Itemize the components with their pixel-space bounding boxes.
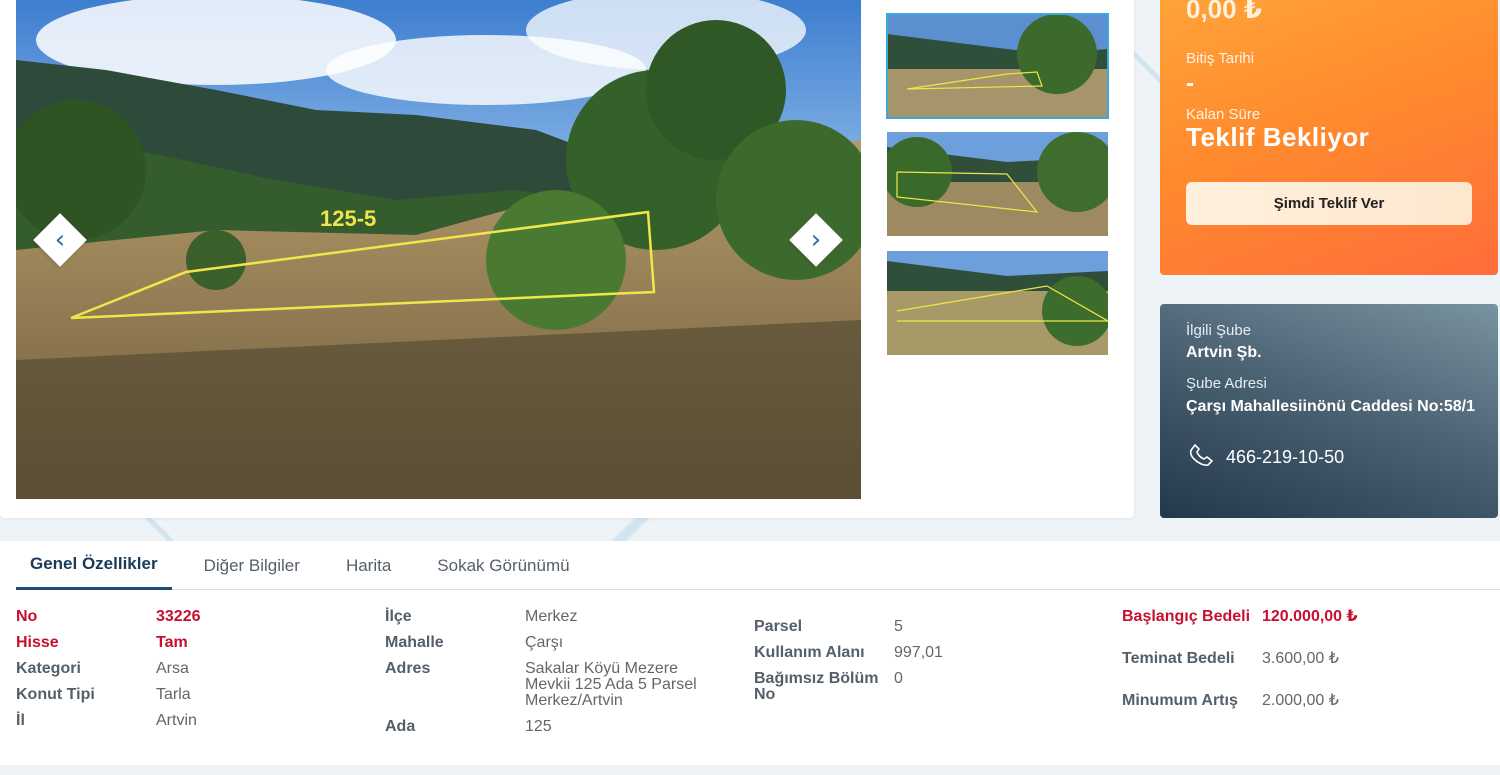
- detail-value: 125: [525, 718, 552, 735]
- details-section: Genel Özellikler Diğer Bilgiler Harita S…: [0, 541, 1500, 765]
- detail-value: 3.600,00 ₺: [1262, 650, 1339, 667]
- remaining-time-label: Kalan Süre: [1186, 106, 1261, 123]
- tab-map[interactable]: Harita: [332, 541, 405, 590]
- thumbnail-2[interactable]: [887, 132, 1108, 236]
- branch-card: İlgili Şube Artvin Şb. Şube Adresi Çarşı…: [1160, 304, 1498, 518]
- prev-photo-button[interactable]: ‹: [33, 213, 87, 267]
- tab-other-info[interactable]: Diğer Bilgiler: [190, 541, 314, 590]
- phone-number: 466-219-10-50: [1226, 447, 1345, 467]
- details-column-3: Parsel 5 Kullanım Alanı 997,01 Bağımsız Bö…: [754, 619, 943, 707]
- current-price: 0,00 ₺: [1186, 0, 1262, 24]
- detail-key: Konut Tipi: [16, 686, 95, 703]
- detail-value: Tarla: [156, 686, 191, 703]
- gallery-card: 125-5 ‹ ›: [0, 0, 1134, 518]
- detail-key: Bağımsız Bölüm No: [754, 670, 879, 703]
- branch-address-label: Şube Adresi: [1186, 375, 1267, 392]
- svg-text:125-5: 125-5: [320, 206, 376, 231]
- phone-icon: [1186, 443, 1216, 471]
- detail-key: Teminat Bedeli: [1122, 650, 1235, 667]
- detail-value: 120.000,00 ₺: [1262, 608, 1358, 625]
- detail-value: Sakalar Köyü Mezere Mevkii 125 Ada 5 Par…: [525, 660, 697, 709]
- next-photo-button[interactable]: ›: [789, 213, 843, 267]
- detail-key: Adres: [385, 660, 431, 677]
- detail-key: İl: [16, 712, 25, 729]
- remaining-time-value: Teklif Bekliyor: [1186, 122, 1370, 152]
- detail-value: 33226: [156, 608, 201, 625]
- detail-value: 997,01: [894, 644, 943, 661]
- thumbnail-1[interactable]: [886, 13, 1109, 119]
- thumbnail-3[interactable]: [887, 251, 1108, 355]
- branch-phone[interactable]: 466-219-10-50: [1186, 443, 1345, 471]
- details-column-1: No 33226 Hisse Tam Kategori Arsa Konut Tipi…: [16, 609, 201, 739]
- detail-key: Minumum Artış: [1122, 692, 1238, 709]
- branch-name: Artvin Şb.: [1186, 344, 1262, 361]
- chevron-left-icon: ‹: [54, 225, 66, 255]
- detail-value: 5: [894, 618, 903, 635]
- detail-value: Tam: [156, 634, 188, 651]
- price-card: 0,00 ₺ Bitiş Tarihi - Kalan Süre Teklif …: [1160, 0, 1498, 275]
- detail-key: Ada: [385, 718, 416, 735]
- tab-street-view[interactable]: Sokak Görünümü: [423, 541, 583, 590]
- detail-value: Arsa: [156, 660, 189, 677]
- end-date-value: -: [1186, 70, 1194, 97]
- details-column-4: Başlangıç Bedeli 120.000,00 ₺ Teminat Bed…: [1122, 609, 1358, 735]
- detail-key: No: [16, 608, 38, 625]
- chevron-right-icon: ›: [810, 225, 822, 255]
- details-column-2: İlçe Merkez Mahalle Çarşı Adres Sakalar Köy…: [385, 609, 715, 745]
- detail-value: Artvin: [156, 712, 197, 729]
- main-photo: 125-5: [16, 0, 861, 499]
- detail-key: Mahalle: [385, 634, 444, 651]
- make-offer-button[interactable]: Şimdi Teklif Ver: [1186, 182, 1472, 225]
- branch-address: Çarşı Mahallesiinönü Caddesi No:58/1: [1186, 398, 1475, 415]
- detail-value: 2.000,00 ₺: [1262, 692, 1339, 709]
- branch-label: İlgili Şube: [1186, 322, 1252, 339]
- detail-value: Merkez: [525, 608, 578, 625]
- detail-key: Başlangıç Bedeli: [1122, 608, 1251, 625]
- detail-value: 0: [894, 670, 903, 687]
- detail-key: Parsel: [754, 618, 803, 635]
- detail-key: Hisse: [16, 634, 59, 651]
- detail-value: Çarşı: [525, 634, 564, 651]
- detail-key: Kullanım Alanı: [754, 644, 865, 661]
- details-tabs: Genel Özellikler Diğer Bilgiler Harita S…: [16, 541, 1500, 590]
- detail-key: İlçe: [385, 608, 412, 625]
- tab-general-features[interactable]: Genel Özellikler: [16, 541, 172, 590]
- detail-key: Kategori: [16, 660, 81, 677]
- end-date-label: Bitiş Tarihi: [1186, 50, 1255, 67]
